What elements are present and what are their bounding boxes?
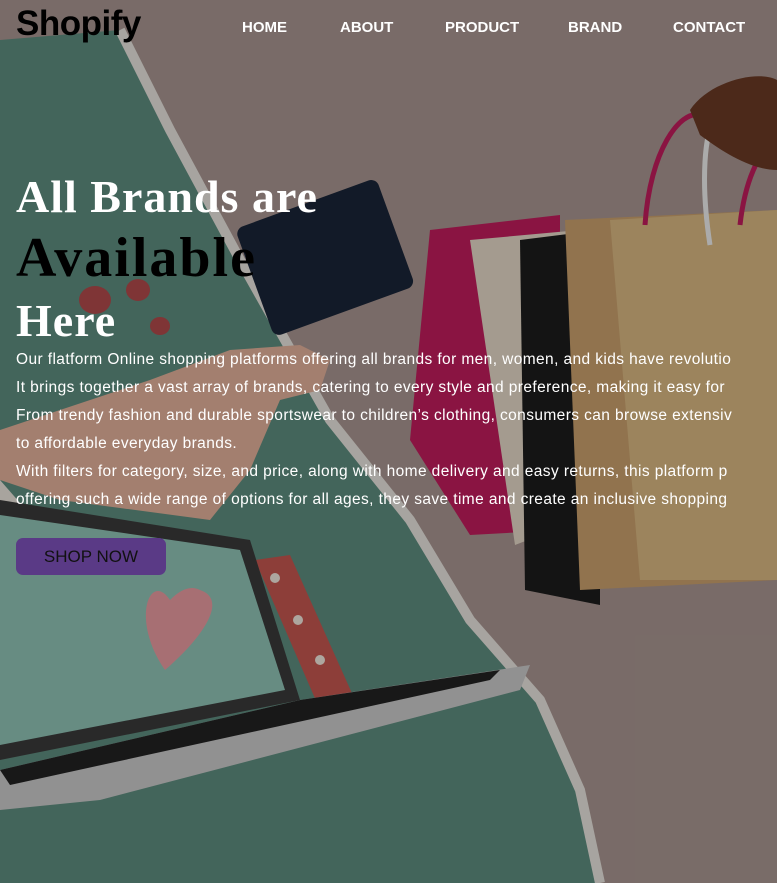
description-line: It brings together a vast array of brand… [16,379,725,396]
nav-home-link[interactable]: HOME [242,19,287,36]
description-line: From trendy fashion and durable sportswe… [16,407,733,424]
nav-about-link[interactable]: ABOUT [340,19,393,36]
nav-product-link[interactable]: PRODUCT [445,19,519,36]
nav-contact-link[interactable]: CONTACT [673,19,745,36]
hero-heading-line-1: All Brands are [16,171,318,222]
hero-description: Our flatform Online shopping platforms o… [16,346,777,514]
hero-heading-line-3: Here [16,295,117,346]
description-line: With filters for category, size, and pri… [16,463,728,480]
hero-section: Shopify HOME ABOUT PRODUCT BRAND CONTACT… [0,0,777,883]
nav-brand-link[interactable]: BRAND [568,19,622,36]
description-line: to affordable everyday brands. [16,435,238,452]
shop-now-button[interactable]: SHOP NOW [16,538,166,575]
description-line: offering such a wide range of options fo… [16,491,728,508]
hero-heading-line-2: Available [16,227,257,289]
main-nav: HOME ABOUT PRODUCT BRAND CONTACT [0,19,777,39]
description-line: Our flatform Online shopping platforms o… [16,351,732,368]
